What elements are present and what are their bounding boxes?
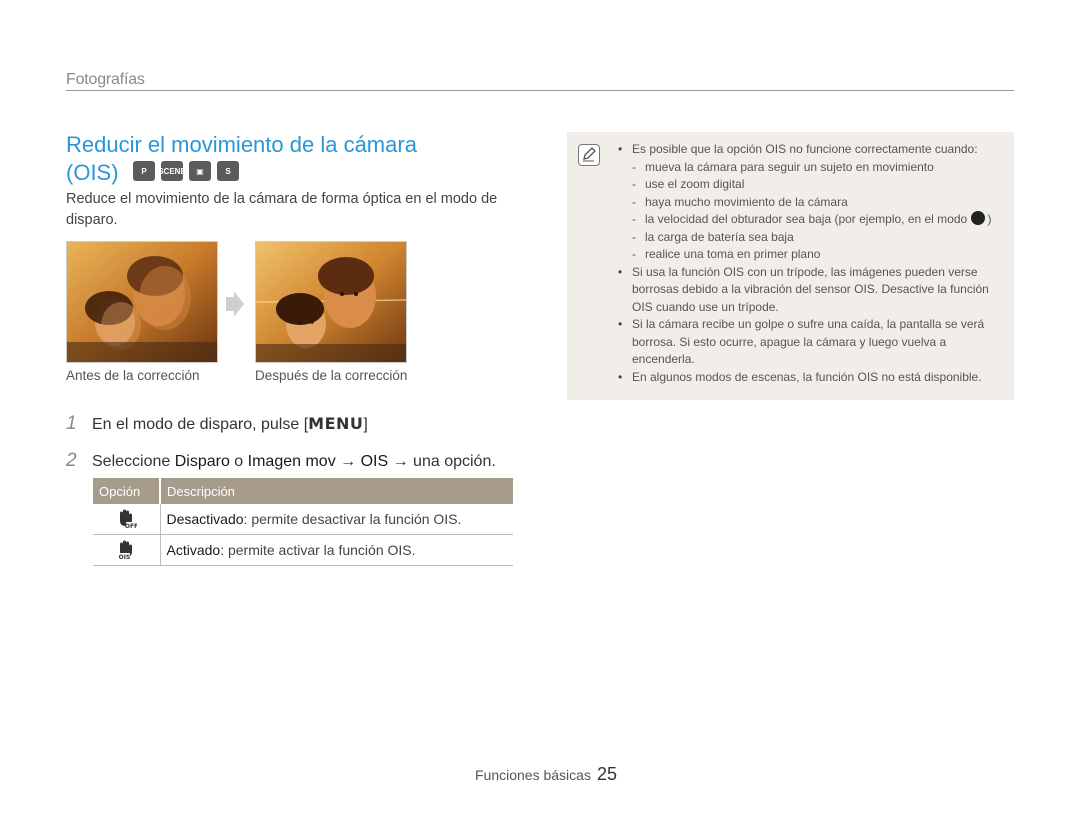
step-2-number: 2 bbox=[66, 450, 77, 471]
movie-mode-icon: ▣ bbox=[189, 161, 211, 181]
ois-on-icon: OIS bbox=[115, 538, 137, 561]
step-2-arrow-1: → bbox=[335, 453, 361, 470]
scene-mode-icon: SCENE bbox=[158, 161, 186, 181]
note-item: Si usa la función OIS con un trípode, la… bbox=[618, 264, 1008, 317]
table-header-row: Opción Descripción bbox=[93, 478, 513, 504]
note-pencil-icon bbox=[578, 144, 600, 166]
note-item: En algunos modos de escenas, la función … bbox=[618, 369, 1008, 387]
note-subitem: la velocidad del obturador sea baja (por… bbox=[618, 211, 1008, 229]
after-photo bbox=[255, 241, 407, 363]
mode-icons: P SCENE ▣ S bbox=[133, 161, 239, 181]
section-divider bbox=[66, 90, 1014, 91]
note-subitem: realice una toma en primer plano bbox=[618, 246, 1008, 264]
note-subitem: use el zoom digital bbox=[618, 176, 1008, 194]
option-name: Desactivado bbox=[166, 511, 244, 527]
page-number: 25 bbox=[596, 764, 617, 784]
option-desc: : permite desactivar la función OIS. bbox=[243, 511, 462, 527]
option-name: Activado bbox=[166, 542, 221, 558]
svg-text:OFF: OFF bbox=[125, 523, 137, 529]
before-photo bbox=[66, 241, 218, 363]
note-subitem: la carga de batería sea baja bbox=[618, 229, 1008, 247]
col-option-header: Opción bbox=[93, 478, 161, 504]
step-2-text-c: o bbox=[229, 453, 248, 470]
step-1-text: En el modo de disparo, pulse [ bbox=[92, 416, 309, 433]
col-desc-header: Descripción bbox=[160, 478, 513, 504]
arrow-right-icon bbox=[226, 291, 244, 322]
options-table: Opción Descripción OFF Desactivado: perm… bbox=[93, 478, 513, 566]
step-1-number: 1 bbox=[66, 413, 77, 434]
menu-ois: OIS bbox=[360, 453, 389, 470]
note-subitem: haya mucho movimiento de la cámara bbox=[618, 194, 1008, 212]
after-caption: Después de la corrección bbox=[255, 368, 408, 383]
step-2-text-a: Seleccione bbox=[92, 453, 175, 470]
intro-text: Reduce el movimiento de la cámara de for… bbox=[66, 191, 498, 228]
title-line-1: Reducir el movimiento de la cámara bbox=[66, 132, 417, 157]
step-1: 1 En el modo de disparo, pulse [MENU] bbox=[66, 413, 368, 435]
before-caption: Antes de la corrección bbox=[66, 368, 200, 383]
note-item: Es posible que la opción OIS no funcione… bbox=[618, 141, 1008, 159]
menu-imagen-mov: Imagen mov bbox=[247, 453, 336, 470]
menu-key: MENU bbox=[308, 414, 364, 433]
step-2: 2 Seleccione Disparo o Imagen mov → OIS →… bbox=[66, 450, 496, 472]
step-1-end: ] bbox=[363, 416, 368, 433]
section-label: Fotografías bbox=[66, 71, 145, 88]
title-line-2: (OIS) bbox=[66, 160, 119, 185]
table-row: OIS Activado: permite activar la función… bbox=[93, 534, 513, 566]
note-box: Es posible que la opción OIS no funcione… bbox=[567, 132, 1014, 400]
footer-label: Funciones básicas bbox=[475, 767, 591, 783]
program-mode-icon: P bbox=[133, 161, 155, 181]
night-mode-icon bbox=[970, 211, 985, 225]
page-footer: Funciones básicas 25 bbox=[475, 764, 617, 785]
note-subitem: mueva la cámara para seguir un sujeto en… bbox=[618, 159, 1008, 177]
note-subitem-text: la velocidad del obturador sea baja (por… bbox=[645, 212, 968, 226]
option-desc: : permite activar la función OIS. bbox=[220, 542, 416, 558]
table-row: OFF Desactivado: permite desactivar la f… bbox=[93, 504, 513, 535]
page-title: Reducir el movimiento de la cámara (OIS) bbox=[66, 131, 446, 187]
ois-off-icon: OFF bbox=[115, 507, 138, 530]
menu-disparo: Disparo bbox=[174, 453, 230, 470]
note-item: Si la cámara recibe un golpe o sufre una… bbox=[618, 316, 1008, 369]
svg-text:OIS: OIS bbox=[119, 554, 131, 560]
note-list: Es posible que la opción OIS no funcione… bbox=[618, 141, 1008, 386]
smart-movie-mode-icon: S bbox=[217, 161, 239, 181]
step-2-text-g: → una opción. bbox=[388, 453, 496, 470]
note-subitem-end: ) bbox=[987, 212, 992, 226]
